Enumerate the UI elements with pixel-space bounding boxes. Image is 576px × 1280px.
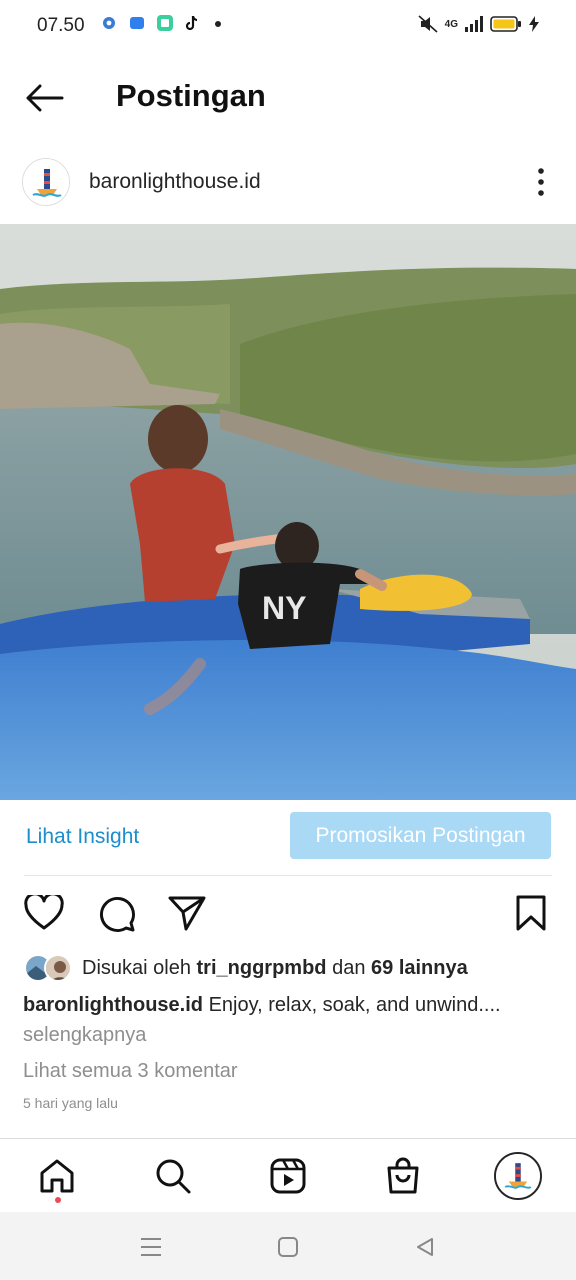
search-icon [156,1159,191,1194]
other-likes[interactable]: 69 lainnya [371,957,468,979]
divider [24,875,552,876]
back-triangle-icon [417,1238,433,1256]
lighthouse-logo [496,1154,540,1198]
nav-home[interactable] [32,1151,82,1201]
post-avatar[interactable] [22,158,70,206]
nav-search[interactable] [148,1151,198,1201]
status-time: 07.50 [37,15,85,36]
pool-photo: NY [0,224,576,800]
home-square-icon [278,1237,298,1257]
system-menu-button[interactable] [136,1232,166,1262]
nav-shop[interactable] [378,1151,428,1201]
save-button[interactable] [510,892,552,934]
comment-icon [100,897,135,932]
lighthouse-logo [23,159,69,205]
view-comments-link[interactable]: Lihat semua 3 komentar [23,1060,238,1083]
bottom-nav [0,1138,576,1212]
likes-row[interactable]: Disukai oleh tri_nggrpmbd dan 69 lainnya [24,952,554,984]
home-icon [40,1159,74,1193]
post-header: baronlighthouse.id [0,150,576,216]
caption-text: Enjoy, relax, soak, and unwind.... [208,994,501,1016]
heart-icon [24,895,64,930]
nav-reels[interactable] [263,1151,313,1201]
view-insight-link[interactable]: Lihat Insight [26,825,139,849]
page-header: Postingan [0,60,576,134]
liker-username[interactable]: tri_nggrpmbd [197,957,327,979]
system-home-button[interactable] [273,1232,303,1262]
see-more-link[interactable]: selengkapnya [23,1024,146,1047]
battery-icon [490,16,521,32]
mute-icon [418,15,438,33]
dot-icon [215,21,221,27]
comment-button[interactable] [95,892,137,934]
app-icon [130,17,144,29]
profile-avatar [494,1152,542,1200]
more-vertical-icon [538,168,544,196]
back-button[interactable] [22,78,66,118]
bookmark-icon [516,895,546,931]
system-back-button[interactable] [410,1232,440,1262]
post-timestamp: 5 hari yang lalu [23,1095,118,1111]
arrow-left-icon [26,84,64,112]
send-icon [168,896,206,931]
more-options-button[interactable] [526,162,556,202]
status-icons-right: 4G [417,14,540,34]
liker-avatar [44,954,72,982]
app-icon [157,15,173,31]
settings-icon [103,17,115,29]
system-nav-bar [0,1212,576,1280]
network-label: 4G [444,18,458,30]
likes-text: Disukai oleh tri_nggrpmbd dan 69 lainnya [82,956,468,979]
insight-row: Lihat Insight Promosikan Postingan [0,812,576,862]
tiktok-icon [185,15,198,31]
status-bar: 07.50 4G [0,0,576,52]
post-actions [0,890,576,938]
signal-icon [465,16,483,32]
share-button[interactable] [166,892,208,934]
post-caption: baronlighthouse.id Enjoy, relax, soak, a… [23,994,553,1017]
menu-icon [141,1238,161,1256]
status-icons-left [100,14,224,32]
post-photo[interactable]: NY [0,224,576,800]
reels-icon [270,1158,306,1194]
notification-dot [55,1197,61,1203]
caption-username[interactable]: baronlighthouse.id [23,994,203,1016]
charging-icon [529,16,539,32]
post-username[interactable]: baronlighthouse.id [89,170,261,194]
like-button[interactable] [23,892,65,934]
page-title: Postingan [116,78,266,113]
promote-post-button[interactable]: Promosikan Postingan [290,812,551,859]
svg-text:NY: NY [262,590,306,626]
shop-icon [387,1157,419,1194]
nav-profile[interactable] [493,1151,543,1201]
